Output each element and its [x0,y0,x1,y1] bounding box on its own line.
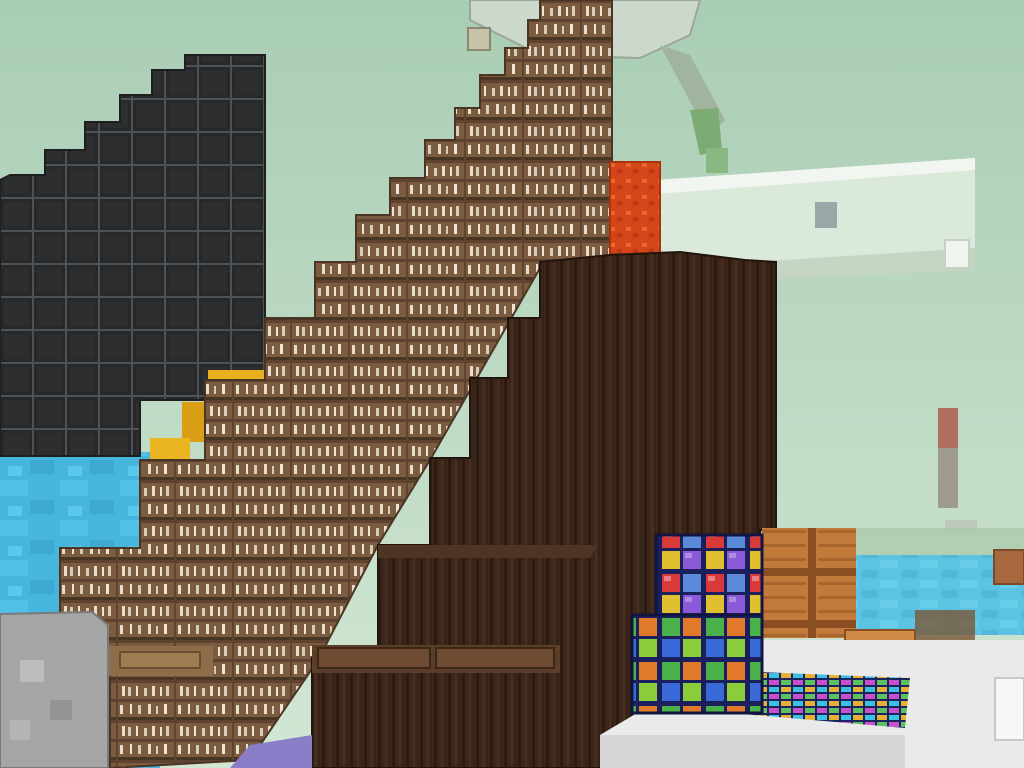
game-viewport[interactable] [0,0,1024,768]
dark-wood-far [915,610,975,640]
scene-canvas [0,0,1024,768]
red-lava-block [609,161,661,255]
brown-block-far [993,549,1024,585]
gray-stone-block [0,610,109,768]
